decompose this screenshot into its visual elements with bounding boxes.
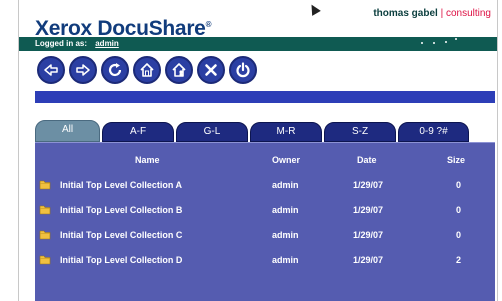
tagline-consulting: consulting [445, 8, 491, 19]
collection-list: Name Owner Date Size Initial Top Level C… [35, 142, 495, 301]
back-button[interactable] [37, 56, 65, 84]
tab-m-r[interactable]: M-R [250, 122, 322, 142]
login-bar: Logged in as: admin [19, 33, 497, 51]
tab-all[interactable]: All [35, 120, 100, 142]
right-border [497, 0, 498, 301]
collection-link[interactable]: Initial Top Level Collection A [60, 180, 182, 190]
owner-cell: admin [272, 255, 299, 265]
folder-icon [39, 230, 51, 240]
column-header-date[interactable]: Date [357, 155, 377, 165]
column-header-owner[interactable]: Owner [272, 155, 300, 165]
table-row: Initial Top Level Collection D admin 1/2… [35, 253, 495, 271]
logged-in-info: Logged in as: admin [35, 39, 119, 48]
alphabet-tabs: All A-F G-L M-R S-Z 0-9 ?# [35, 120, 495, 142]
column-header-size[interactable]: Size [447, 155, 465, 165]
tab-s-z[interactable]: S-Z [324, 122, 396, 142]
forward-icon [76, 64, 90, 76]
home-button[interactable] [133, 56, 161, 84]
size-cell: 2 [456, 255, 462, 265]
owner-cell: admin [272, 180, 299, 190]
table-row: Initial Top Level Collection B admin 1/2… [35, 203, 495, 221]
column-header-name[interactable]: Name [135, 155, 160, 165]
close-icon [205, 64, 217, 76]
refresh-icon [108, 63, 122, 77]
folder-icon [39, 255, 51, 265]
tagline: thomas gabel | consulting [373, 8, 491, 19]
refresh-button[interactable] [101, 56, 129, 84]
size-cell: 0 [456, 205, 462, 215]
folder-icon [39, 205, 51, 215]
app-window: Xerox DocuShare® thomas gabel | consulti… [0, 0, 502, 301]
close-button[interactable] [197, 56, 225, 84]
decorative-dots [417, 30, 477, 48]
collection-link[interactable]: Initial Top Level Collection B [60, 205, 182, 215]
size-cell: 0 [456, 180, 462, 190]
personal-home-button[interactable] [165, 56, 193, 84]
brand-mark: ® [205, 20, 212, 29]
logged-in-user-link[interactable]: admin [95, 39, 119, 48]
logged-in-label: Logged in as: [35, 39, 87, 48]
date-cell: 1/29/07 [353, 180, 384, 190]
size-cell: 0 [456, 230, 462, 240]
collection-link[interactable]: Initial Top Level Collection C [60, 230, 182, 240]
power-icon [236, 62, 250, 78]
personal-home-icon [172, 63, 186, 77]
tab-a-f[interactable]: A-F [102, 122, 174, 142]
back-icon [44, 64, 58, 76]
tab-0-9[interactable]: 0-9 ?# [398, 122, 469, 142]
owner-cell: admin [272, 230, 299, 240]
forward-button[interactable] [69, 56, 97, 84]
table-row: Initial Top Level Collection C admin 1/2… [35, 228, 495, 246]
tab-g-l[interactable]: G-L [176, 122, 248, 142]
collection-link[interactable]: Initial Top Level Collection D [60, 255, 182, 265]
logout-button[interactable] [229, 56, 257, 84]
tagline-name: thomas gabel [373, 8, 438, 19]
date-cell: 1/29/07 [353, 205, 384, 215]
date-cell: 1/29/07 [353, 230, 384, 240]
tagline-separator: | [437, 8, 446, 19]
owner-cell: admin [272, 205, 299, 215]
mouse-cursor-icon [307, 2, 321, 16]
date-cell: 1/29/07 [353, 255, 384, 265]
folder-icon [39, 180, 51, 190]
table-row: Initial Top Level Collection A admin 1/2… [35, 178, 495, 196]
location-bar [35, 91, 495, 103]
home-icon [140, 63, 154, 77]
toolbar [37, 56, 257, 88]
